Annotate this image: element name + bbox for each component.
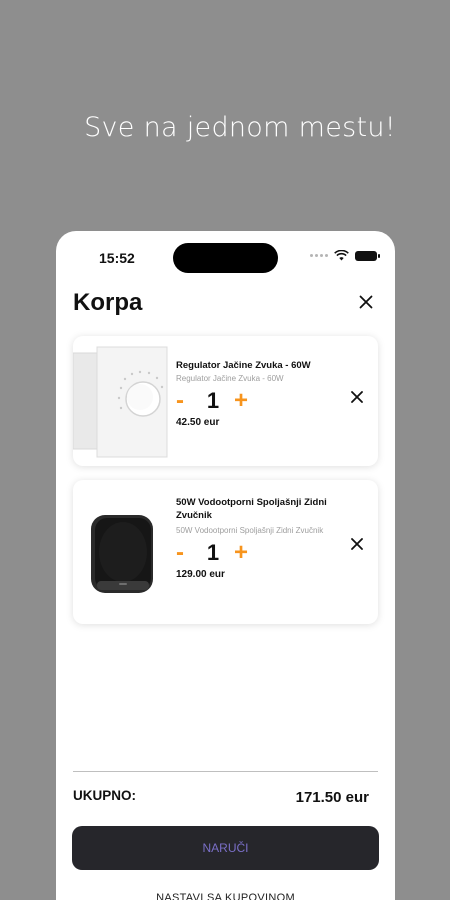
status-icons bbox=[310, 250, 380, 261]
remove-item-icon[interactable] bbox=[348, 388, 366, 406]
total-value: 171.50 eur bbox=[295, 789, 369, 806]
status-bar: 15:52 bbox=[56, 231, 395, 283]
quantity-value: 1 bbox=[206, 388, 220, 413]
item-info: 50W Vodootporni Spoljašnji Zidni Zvučnik… bbox=[176, 496, 338, 580]
cart-item: 50W Vodootporni Spoljašnji Zidni Zvučnik… bbox=[73, 480, 378, 624]
wall-speaker-image bbox=[73, 480, 169, 624]
quantity-value: 1 bbox=[206, 540, 220, 565]
wifi-icon bbox=[334, 250, 349, 261]
status-time: 15:52 bbox=[99, 250, 135, 266]
item-price: 129.00 eur bbox=[176, 569, 225, 580]
increase-button[interactable]: + bbox=[234, 389, 248, 413]
increase-button[interactable]: + bbox=[234, 541, 248, 565]
phone-screen: 15:52 Korpa Regulator Jačine Zvuka - 60W… bbox=[56, 231, 395, 900]
cart-item: Regulator Jačine Zvuka - 60W Regulator J… bbox=[73, 336, 378, 466]
item-price: 42.50 eur bbox=[176, 417, 220, 428]
remove-item-icon[interactable] bbox=[348, 535, 366, 553]
decrease-button[interactable]: - bbox=[176, 389, 192, 413]
close-icon[interactable] bbox=[355, 291, 377, 313]
order-button[interactable]: NARUČI bbox=[72, 826, 379, 870]
divider bbox=[73, 771, 378, 772]
battery-icon bbox=[355, 250, 380, 261]
headline: Sve na jednom mestu! bbox=[84, 112, 396, 143]
item-info: Regulator Jačine Zvuka - 60W Regulator J… bbox=[176, 359, 338, 428]
dynamic-island bbox=[173, 243, 278, 273]
total-label: UKUPNO: bbox=[73, 788, 136, 803]
item-description: 50W Vodootporni Spoljašnji Zidni Zvučnik bbox=[176, 526, 324, 535]
item-description: Regulator Jačine Zvuka - 60W bbox=[176, 374, 284, 383]
page-title: Korpa bbox=[73, 289, 143, 316]
decrease-button[interactable]: - bbox=[176, 541, 192, 565]
continue-shopping-link[interactable]: NASTAVI SA KUPOVINOM bbox=[56, 892, 395, 900]
item-name: 50W Vodootporni Spoljašnji Zidni Zvučnik bbox=[176, 497, 327, 521]
volume-regulator-image bbox=[73, 336, 169, 466]
signal-icon bbox=[310, 254, 328, 257]
quantity-stepper: - 1 + bbox=[176, 540, 338, 565]
quantity-stepper: - 1 + bbox=[176, 388, 338, 413]
item-name: Regulator Jačine Zvuka - 60W bbox=[176, 360, 311, 371]
